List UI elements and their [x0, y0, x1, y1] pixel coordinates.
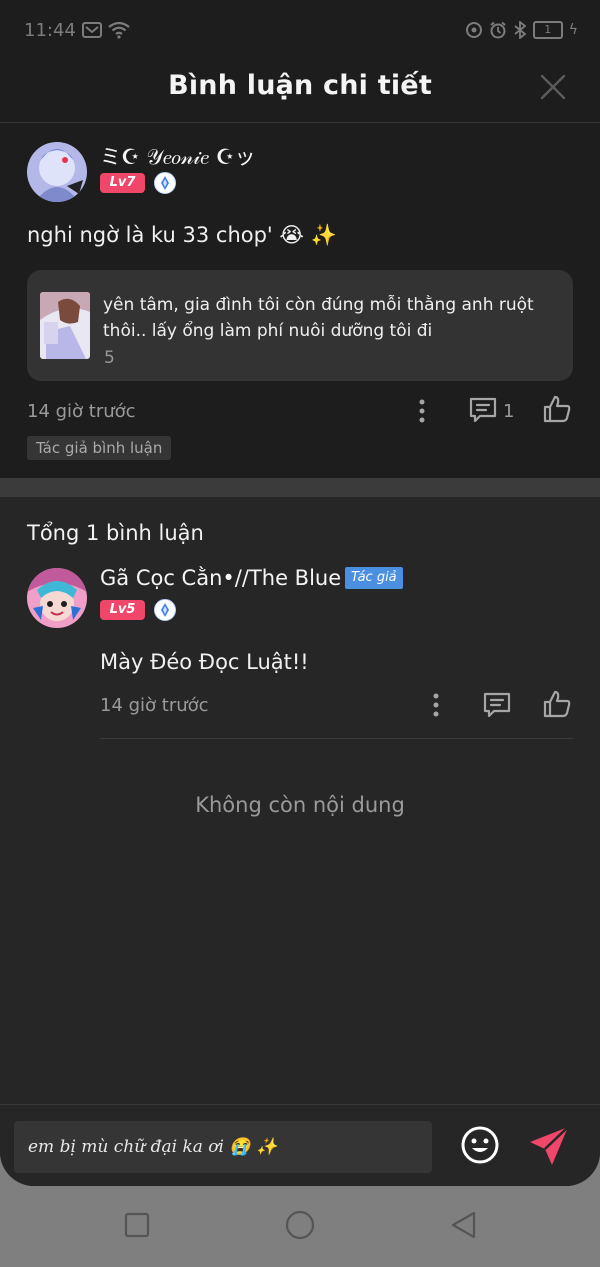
- avatar[interactable]: [27, 142, 87, 202]
- status-time: 11:44: [24, 20, 76, 41]
- header: Bình luận chi tiết: [0, 62, 600, 123]
- more-options-icon[interactable]: [419, 399, 425, 423]
- back-icon[interactable]: [450, 1211, 476, 1239]
- comment-author-name[interactable]: ミ☪ 𝒴𝑒𝑜𝓃𝒾𝑒 ☪ッ: [100, 141, 255, 171]
- more-options-icon[interactable]: [433, 693, 439, 717]
- comment-timestamp: 14 giờ trước: [27, 401, 136, 422]
- quote-thumbnail: [40, 292, 90, 359]
- verified-badge-icon: [154, 172, 176, 194]
- total-comments-label: Tổng 1 bình luận: [27, 521, 204, 545]
- comment-text: nghi ngờ là ku 33 chop' 😭 ✨: [27, 223, 337, 247]
- page-title: Bình luận chi tiết: [168, 70, 432, 101]
- reply-text: Mày Đéo Đọc Luật!!: [100, 650, 309, 674]
- battery-level: 1: [544, 23, 552, 36]
- recent-apps-icon[interactable]: [124, 1212, 150, 1238]
- battery-icon: 1: [532, 21, 563, 39]
- main-comment: ミ☪ 𝒴𝑒𝑜𝓃𝒾𝑒 ☪ッ Lv7 nghi ngờ là ku 33 chop'…: [0, 123, 600, 478]
- send-icon[interactable]: [528, 1125, 570, 1167]
- comment-input[interactable]: [14, 1121, 432, 1173]
- charging-icon: ϟ: [568, 22, 578, 38]
- eye-comfort-icon: [465, 22, 482, 38]
- like-icon[interactable]: [542, 689, 572, 719]
- home-icon[interactable]: [285, 1210, 315, 1240]
- comment-composer: [0, 1104, 600, 1186]
- verified-badge-icon: [154, 599, 176, 621]
- alarm-icon: [490, 21, 506, 39]
- close-icon[interactable]: [540, 74, 566, 100]
- no-more-content-label: Không còn nội dung: [195, 793, 405, 817]
- status-bar: 11:44 1 ϟ: [0, 0, 600, 62]
- avatar-image: [27, 568, 87, 628]
- author-badge: Tác giả: [345, 567, 403, 589]
- reply-count: 1: [503, 401, 515, 422]
- level-badge: Lv7: [100, 173, 145, 193]
- app-screen: 11:44 1 ϟ Bình luận chi tiết ミ☪ 𝒴𝑒𝑜𝓃𝒾𝑒 ☪…: [0, 0, 600, 1186]
- divider: [100, 738, 573, 739]
- reply-author-name[interactable]: Gã Cọc Cằn•//The Blue: [100, 566, 341, 590]
- bluetooth-icon: [514, 21, 527, 39]
- system-nav-bar: [0, 1186, 600, 1267]
- avatar[interactable]: [27, 568, 87, 628]
- comment-author-tag: Tác giả bình luận: [27, 436, 172, 460]
- message-notification-icon: [82, 22, 102, 38]
- avatar-image: [27, 142, 87, 202]
- section-separator: [0, 478, 600, 497]
- quote-text: yên tâm, gia đình tôi còn đúng mỗi thằng…: [103, 295, 534, 341]
- reply-timestamp: 14 giờ trước: [100, 695, 209, 716]
- level-badge: Lv5: [100, 600, 145, 620]
- emoji-icon[interactable]: [460, 1125, 500, 1165]
- wifi-icon: [108, 21, 130, 39]
- reply-icon[interactable]: [482, 690, 512, 720]
- reply-icon[interactable]: [468, 395, 498, 425]
- like-icon[interactable]: [542, 394, 572, 424]
- quote-count: 5: [104, 348, 115, 368]
- quoted-comment[interactable]: yên tâm, gia đình tôi còn đúng mỗi thằng…: [27, 270, 573, 381]
